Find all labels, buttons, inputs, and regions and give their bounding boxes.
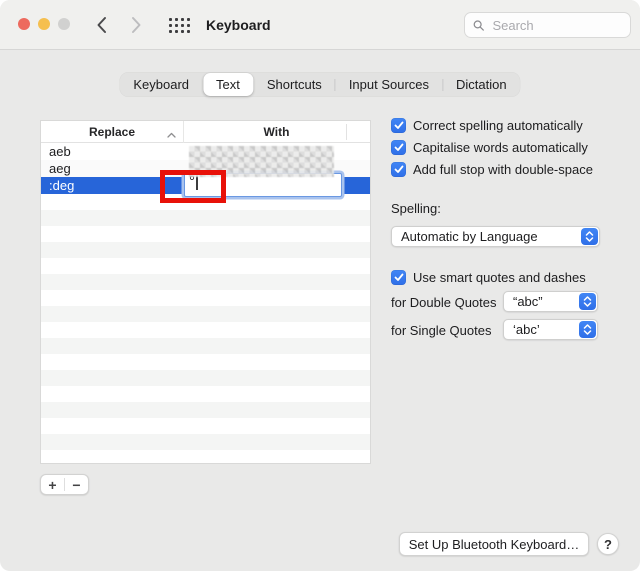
checkbox-capitalise-words[interactable]: Capitalise words automatically	[391, 138, 588, 156]
single-quotes-value: ‘abc’	[513, 322, 540, 337]
column-header-with[interactable]: With	[183, 121, 370, 143]
checkbox-correct-spelling[interactable]: Correct spelling automatically	[391, 116, 583, 134]
tab-input-sources[interactable]: Input Sources	[336, 73, 442, 96]
double-quotes-value: “abc”	[513, 294, 543, 309]
search-input[interactable]	[490, 17, 622, 34]
chevron-left-icon	[96, 16, 107, 34]
annotation-highlight-box	[160, 170, 226, 203]
back-button[interactable]	[96, 0, 107, 50]
add-remove-control: + −	[40, 474, 89, 495]
add-button[interactable]: +	[41, 474, 64, 495]
double-quotes-label: for Double Quotes	[391, 295, 497, 310]
single-quotes-label: for Single Quotes	[391, 323, 491, 338]
checkbox-checked-icon[interactable]	[391, 162, 406, 177]
table-header: Replace With	[41, 121, 370, 143]
checkbox-label: Correct spelling automatically	[413, 118, 583, 133]
tab-dictation[interactable]: Dictation	[443, 73, 520, 96]
sort-ascending-icon	[167, 127, 176, 141]
header-divider	[346, 124, 347, 140]
chevron-right-icon	[131, 16, 142, 34]
checkbox-smart-quotes[interactable]: Use smart quotes and dashes	[391, 268, 586, 286]
tab-text[interactable]: Text	[203, 73, 253, 96]
spelling-dropdown[interactable]: Automatic by Language	[391, 226, 600, 247]
remove-button[interactable]: −	[65, 474, 88, 495]
dropdown-stepper-icon	[581, 228, 598, 245]
tab-keyboard[interactable]: Keyboard	[120, 73, 202, 96]
dropdown-stepper-icon	[579, 321, 596, 338]
window-title: Keyboard	[206, 0, 271, 50]
checkbox-label: Add full stop with double-space	[413, 162, 593, 177]
zoom-button-disabled	[58, 18, 70, 30]
search-field[interactable]	[464, 12, 631, 38]
show-all-grid-icon[interactable]	[169, 18, 190, 33]
dropdown-stepper-icon	[579, 293, 596, 310]
checkbox-checked-icon[interactable]	[391, 140, 406, 155]
single-quotes-dropdown[interactable]: ‘abc’	[503, 319, 598, 340]
setup-bluetooth-keyboard-button[interactable]: Set Up Bluetooth Keyboard…	[399, 532, 589, 556]
keyboard-preferences-window: Keyboard Keyboard Text Shortcuts Input S…	[0, 0, 640, 571]
tab-bar: Keyboard Text Shortcuts Input Sources Di…	[119, 72, 520, 97]
help-button[interactable]: ?	[597, 533, 619, 555]
checkbox-checked-icon[interactable]	[391, 118, 406, 133]
column-header-replace[interactable]: Replace	[41, 121, 183, 143]
forward-button-disabled	[131, 0, 142, 50]
checkbox-label: Use smart quotes and dashes	[413, 270, 586, 285]
spelling-dropdown-value: Automatic by Language	[401, 229, 538, 244]
empty-rows-area	[41, 194, 370, 463]
spelling-label: Spelling:	[391, 201, 441, 216]
search-icon	[473, 19, 484, 32]
titlebar: Keyboard	[0, 0, 640, 50]
checkbox-full-stop-double-space[interactable]: Add full stop with double-space	[391, 160, 593, 178]
checkbox-label: Capitalise words automatically	[413, 140, 588, 155]
minimize-button[interactable]	[38, 18, 50, 30]
tab-shortcuts[interactable]: Shortcuts	[254, 73, 335, 96]
double-quotes-dropdown[interactable]: “abc”	[503, 291, 598, 312]
close-button[interactable]	[18, 18, 30, 30]
checkbox-checked-icon[interactable]	[391, 270, 406, 285]
